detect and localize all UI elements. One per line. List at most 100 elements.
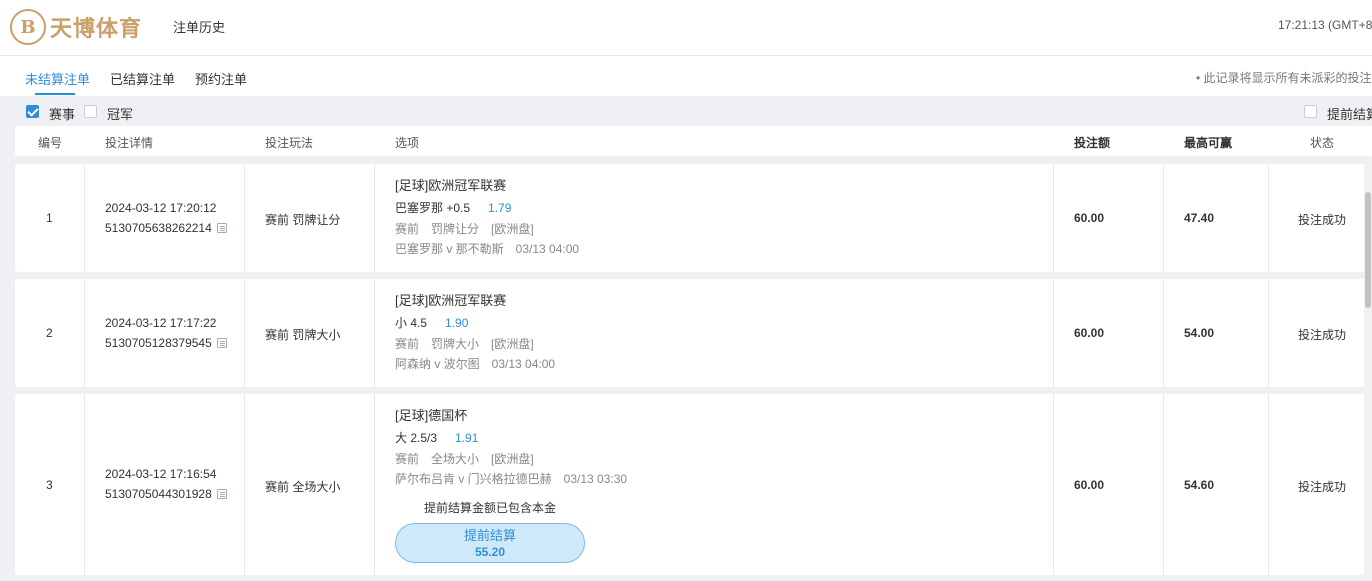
bet-play-type: 赛前 罚牌大小 [265, 328, 341, 342]
market-timing: 赛前 [395, 222, 420, 236]
column-divider [1268, 394, 1269, 575]
champion-checkbox[interactable] [84, 105, 97, 118]
market-timing: 赛前 [395, 337, 420, 351]
bet-selection: [足球]欧洲冠军联赛 巴塞罗那 +0.5 1.79 赛前 罚牌让分 [欧洲盘] 巴塞罗… [395, 175, 579, 259]
column-divider [1053, 279, 1054, 387]
copy-icon[interactable] [216, 223, 227, 233]
filter-bar: 赛事 冠军 提前结算 [0, 96, 1372, 126]
page-title: 注单历史 [173, 20, 226, 35]
column-divider [374, 279, 375, 387]
stake-amount: 60.00 [1074, 478, 1105, 492]
col-play: 投注玩法 [265, 136, 314, 150]
bet-status: 投注成功 [1298, 213, 1347, 227]
column-divider [1163, 394, 1164, 575]
pick-text: 巴塞罗那 +0.5 [395, 201, 471, 215]
bet-detail: 2024-03-12 17:17:22 5130705128379545 [105, 313, 227, 353]
bet-number: 1 [46, 211, 53, 225]
column-divider [1053, 164, 1054, 272]
odds-value: 1.90 [445, 316, 469, 330]
early-settle-checkbox-label[interactable]: 提前结算 [1327, 104, 1372, 123]
top-bar: B 天博体育 注单历史 17:21:13 (GMT+8) [0, 0, 1372, 56]
column-divider [84, 164, 85, 272]
ticket-id: 5130705638262214 [105, 221, 212, 235]
table-row: 2 2024-03-12 17:17:22 5130705128379545 赛… [15, 279, 1372, 387]
match-time: 03/13 04:00 [491, 357, 556, 371]
market-timing: 赛前 [395, 452, 420, 466]
scrollbar-thumb[interactable] [1365, 192, 1371, 308]
bet-number: 3 [46, 478, 53, 492]
pick-text: 大 2.5/3 [395, 431, 438, 445]
vertical-scrollbar[interactable] [1364, 156, 1372, 581]
league-name: [足球]欧洲冠军联赛 [395, 178, 507, 193]
odds-value: 1.91 [455, 431, 479, 445]
match-name: 萨尔布吕肯 v 门兴格拉德巴赫 [395, 472, 552, 486]
bet-detail: 2024-03-12 17:20:12 5130705638262214 [105, 198, 227, 238]
column-divider [1268, 279, 1269, 387]
ticket-id: 5130705044301928 [105, 487, 212, 501]
table-row: 3 2024-03-12 17:16:54 5130705044301928 赛… [15, 394, 1372, 575]
bet-number: 2 [46, 326, 53, 340]
stake-amount: 60.00 [1074, 211, 1105, 225]
champion-checkbox-label[interactable]: 冠军 [107, 104, 133, 123]
match-name: 巴塞罗那 v 那不勒斯 [395, 242, 504, 256]
copy-icon[interactable] [216, 489, 227, 499]
league-name: [足球]欧洲冠军联赛 [395, 293, 507, 308]
bet-selection: [足球]德国杯 大 2.5/3 1.91 赛前 全场大小 [欧洲盘] 萨尔布吕肯 v … [395, 405, 627, 489]
match-name: 阿森纳 v 波尔图 [395, 357, 480, 371]
column-divider [374, 394, 375, 575]
event-checkbox[interactable] [26, 105, 39, 118]
column-divider [1163, 164, 1164, 272]
logo-text: 天博体育 [50, 17, 143, 42]
column-divider [1053, 394, 1054, 575]
column-divider [244, 279, 245, 387]
table-row: 1 2024-03-12 17:20:12 5130705638262214 赛… [15, 164, 1372, 272]
bet-tabs: 未结算注单 已结算注单 预约注单 • 此记录将显示所有未派彩的投注 [0, 56, 1372, 96]
bet-play-type: 赛前 罚牌让分 [265, 213, 341, 227]
col-max-win: 最高可赢 [1184, 136, 1233, 150]
market-type: 罚牌大小 [431, 337, 480, 351]
bet-selection: [足球]欧洲冠军联赛 小 4.5 1.90 赛前 罚牌大小 [欧洲盘] 阿森纳 v 波… [395, 290, 555, 374]
cashout-button[interactable]: 提前结算 55.20 [395, 523, 585, 563]
bet-status: 投注成功 [1298, 480, 1347, 494]
max-win-amount: 54.00 [1184, 326, 1215, 340]
logo-mark-icon: B [10, 9, 46, 45]
tab-reserved[interactable]: 预约注单 [195, 69, 247, 88]
notice-text: • 此记录将显示所有未派彩的投注 [1196, 71, 1372, 85]
active-tab-indicator [35, 93, 75, 95]
cashout-value: 55.20 [474, 545, 506, 559]
league-name: [足球]德国杯 [395, 408, 468, 423]
copy-icon[interactable] [216, 338, 227, 348]
tab-unsettled[interactable]: 未结算注单 [25, 69, 90, 88]
col-status: 状态 [1310, 136, 1335, 150]
bet-time: 2024-03-12 17:20:12 [105, 201, 217, 215]
ticket-id: 5130705128379545 [105, 336, 212, 350]
column-divider [84, 394, 85, 575]
odds-value: 1.79 [488, 201, 512, 215]
table-header: 编号 投注详情 投注玩法 选项 投注额 最高可赢 状态 [15, 126, 1372, 156]
max-win-amount: 47.40 [1184, 211, 1215, 225]
col-selection: 选项 [395, 136, 420, 150]
bet-play-type: 赛前 全场大小 [265, 480, 341, 494]
tab-settled[interactable]: 已结算注单 [110, 69, 175, 88]
server-clock: 17:21:13 (GMT+8) [1278, 18, 1372, 32]
event-checkbox-label[interactable]: 赛事 [49, 104, 75, 123]
match-time: 03/13 04:00 [515, 242, 580, 256]
odds-format: [欧洲盘] [491, 452, 534, 466]
column-divider [1163, 279, 1164, 387]
column-divider [244, 394, 245, 575]
cashout-note: 提前结算金额已包含本金 [424, 501, 557, 515]
early-settle-checkbox[interactable] [1304, 105, 1317, 118]
max-win-amount: 54.60 [1184, 478, 1215, 492]
column-divider [84, 279, 85, 387]
col-detail: 投注详情 [105, 136, 154, 150]
market-type: 罚牌让分 [431, 222, 480, 236]
match-time: 03/13 03:30 [563, 472, 628, 486]
col-no: 编号 [38, 136, 63, 150]
odds-format: [欧洲盘] [491, 337, 534, 351]
stake-amount: 60.00 [1074, 326, 1105, 340]
column-divider [1268, 164, 1269, 272]
col-stake: 投注额 [1074, 136, 1111, 150]
brand-logo[interactable]: B 天博体育 [10, 6, 150, 48]
column-divider [374, 164, 375, 272]
pick-text: 小 4.5 [395, 316, 428, 330]
